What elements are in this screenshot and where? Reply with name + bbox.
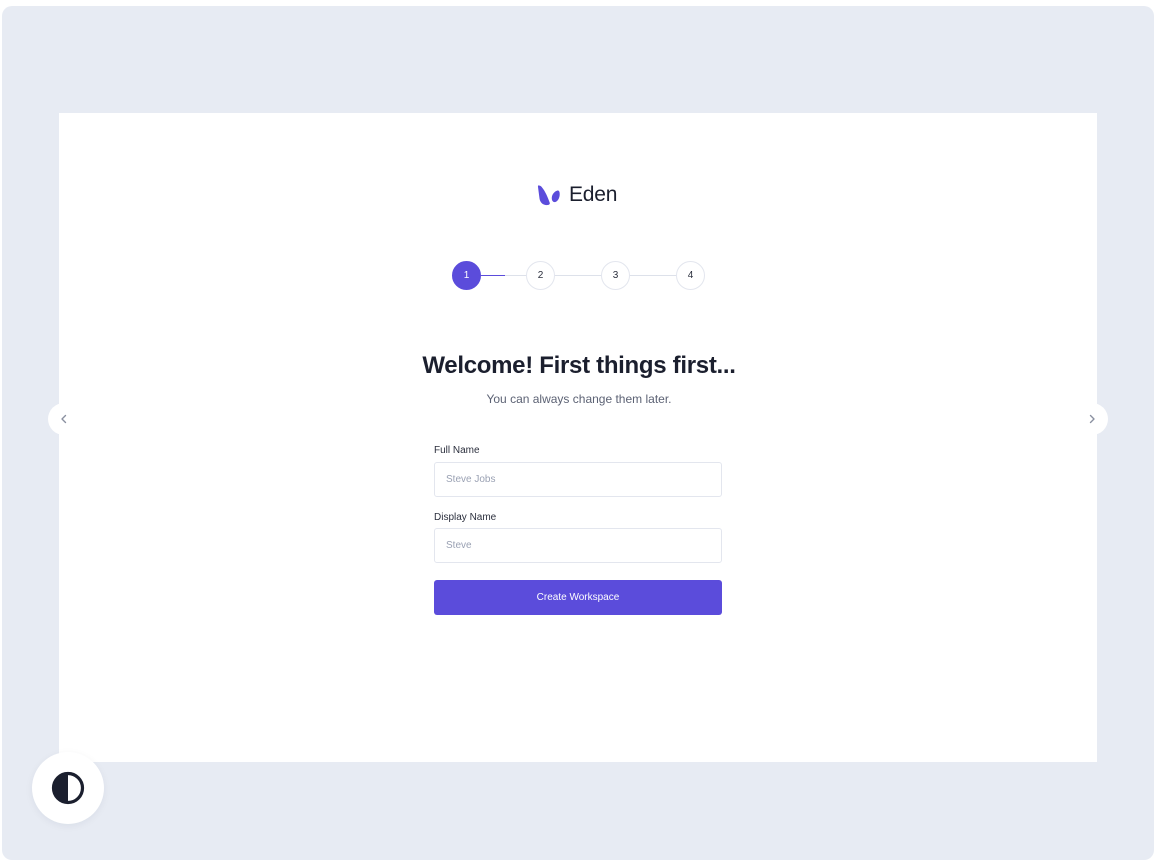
stepper-connector [505,275,526,276]
page-subtitle: You can always change them later. [486,392,672,406]
brand-logo: Eden [537,183,617,207]
create-workspace-button[interactable]: Create Workspace [434,580,722,615]
progress-stepper: 1 2 3 4 [452,261,706,291]
step-1[interactable]: 1 [452,261,481,290]
step-4[interactable]: 4 [676,261,705,290]
step-2[interactable]: 2 [526,261,555,290]
full-name-label: Full Name [434,445,480,456]
full-name-input[interactable] [434,462,722,497]
step-3[interactable]: 3 [601,261,630,290]
brand-name: Eden [569,183,618,206]
display-name-input[interactable] [434,528,722,563]
onboarding-card [59,113,1097,762]
eden-leaf-logo-icon [537,185,560,206]
display-name-label: Display Name [434,512,497,523]
contrast-half-circle-icon [51,771,85,805]
chevron-right-icon [1089,414,1095,424]
carousel-next-button[interactable] [1076,403,1108,435]
stepper-connector [630,275,676,276]
stepper-connector [481,275,505,276]
stepper-connector [555,275,601,276]
carousel-prev-button[interactable] [48,403,80,435]
chevron-left-icon [61,414,67,424]
theme-toggle-button[interactable] [32,752,104,824]
page-title: Welcome! First things first... [422,352,736,379]
